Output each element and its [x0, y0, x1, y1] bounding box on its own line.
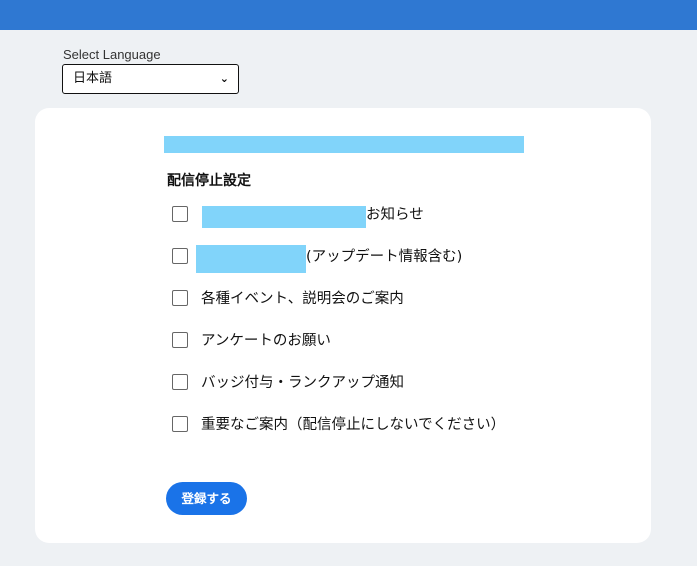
submit-button[interactable]: 登録する	[166, 482, 247, 515]
option-label: アンケートのお願い	[201, 333, 331, 349]
checkbox[interactable]	[172, 206, 188, 222]
language-selected-value: 日本語	[73, 71, 113, 86]
option-label: 重要なご案内（配信停止にしないでください）	[201, 417, 506, 433]
option-label: (アップデート情報含む)	[306, 249, 463, 265]
option-label: お知らせ	[366, 207, 424, 223]
checkbox[interactable]	[172, 248, 188, 264]
checkbox[interactable]	[172, 290, 188, 306]
redacted-text	[196, 245, 306, 273]
redacted-text	[202, 206, 366, 228]
checkbox[interactable]	[172, 332, 188, 348]
chevron-down-icon: ⌄	[219, 72, 229, 85]
checkbox[interactable]	[172, 416, 188, 432]
redacted-title	[164, 136, 524, 153]
checkbox[interactable]	[172, 374, 188, 390]
section-title: 配信停止設定	[167, 173, 251, 189]
top-header-bar	[0, 0, 697, 30]
unsubscribe-card: 配信停止設定 お知らせ (アップデート情報含む) 各種イベント、説明会のご案内 …	[35, 108, 651, 543]
language-select[interactable]: 日本語 ⌄	[62, 64, 239, 94]
option-label: バッジ付与・ランクアップ通知	[201, 375, 404, 391]
option-label: 各種イベント、説明会のご案内	[201, 291, 404, 307]
language-label: Select Language	[63, 47, 161, 62]
